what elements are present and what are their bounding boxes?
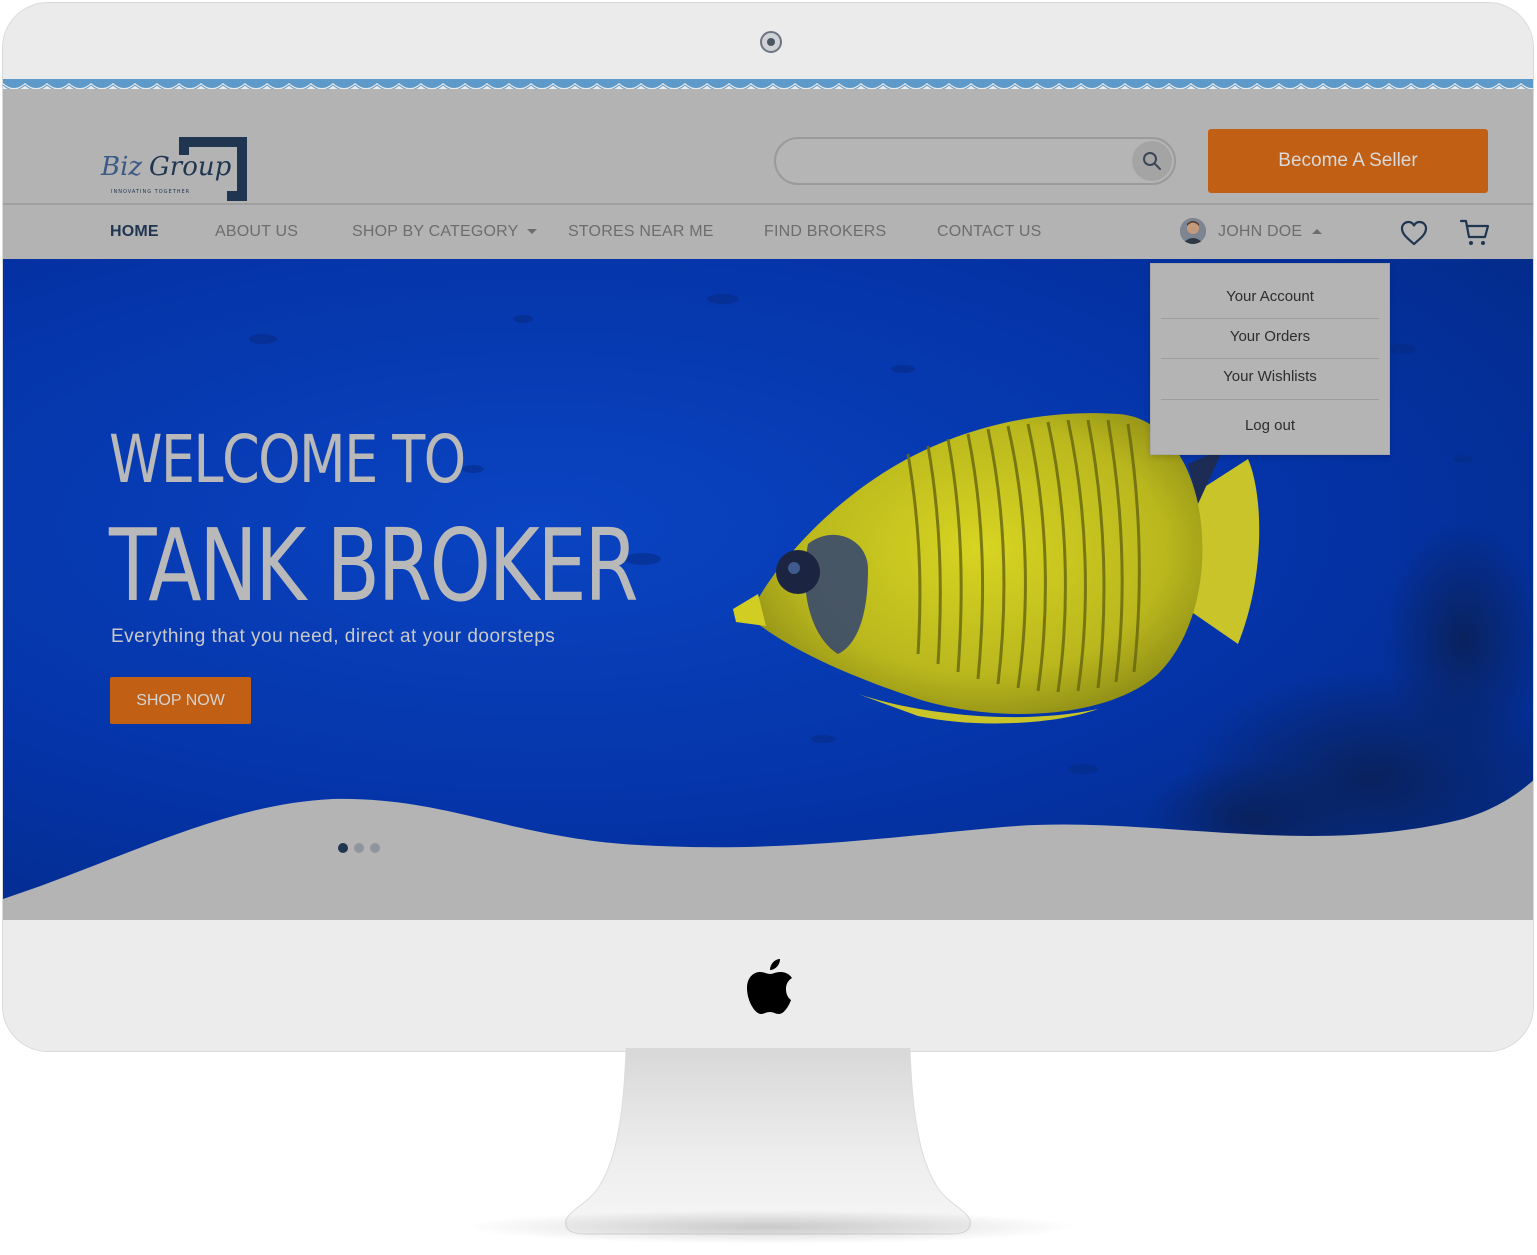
- chevron-down-icon: [526, 229, 537, 235]
- menu-item-your-wishlists[interactable]: Your Wishlists: [1161, 368, 1379, 385]
- nav-shop-by-category-label: SHOP BY CATEGORY: [352, 223, 519, 240]
- bizgroup-logo[interactable]: Biz Group INNOVATING TOGETHER: [97, 133, 257, 205]
- svg-text:Group: Group: [149, 152, 232, 182]
- screen: Biz Group INNOVATING TOGETHER Become A S…: [3, 79, 1533, 920]
- main-nav: HOME ABOUT US SHOP BY CATEGORY STORES NE…: [3, 205, 1533, 259]
- menu-item-your-account[interactable]: Your Account: [1161, 288, 1379, 305]
- search-input[interactable]: [790, 147, 1124, 177]
- search-icon: [1143, 152, 1161, 170]
- svg-text:INNOVATING TOGETHER: INNOVATING TOGETHER: [111, 189, 190, 195]
- become-seller-button[interactable]: Become A Seller: [1208, 129, 1488, 193]
- menu-item-your-orders[interactable]: Your Orders: [1161, 328, 1379, 345]
- apple-logo-icon: [747, 959, 792, 1014]
- hero-title-line1: WELCOME TO: [109, 421, 466, 498]
- user-dropdown-menu: Your Account Your Orders Your Wishlists …: [1150, 263, 1390, 455]
- hero-title-line2: TANK BROKER: [109, 507, 639, 624]
- nav-contact-us[interactable]: CONTACT US: [937, 205, 1042, 259]
- user-name: JOHN DOE: [1218, 223, 1303, 240]
- heart-icon[interactable]: [1399, 219, 1429, 247]
- svg-text:Biz: Biz: [100, 152, 142, 182]
- search-button[interactable]: [1132, 141, 1172, 181]
- chevron-up-icon: [1312, 229, 1323, 235]
- menu-divider: [1161, 318, 1379, 319]
- scalloped-border: [3, 79, 1533, 93]
- user-avatar-icon: [1180, 218, 1206, 244]
- search-box: [774, 137, 1176, 185]
- avatar[interactable]: [1180, 218, 1206, 244]
- shop-now-button[interactable]: SHOP NOW: [110, 677, 251, 724]
- carousel-dot-1[interactable]: [338, 843, 348, 853]
- site-header: Biz Group INNOVATING TOGETHER Become A S…: [3, 93, 1533, 205]
- nav-stores-near-me[interactable]: STORES NEAR ME: [568, 205, 714, 259]
- nav-shop-by-category[interactable]: SHOP BY CATEGORY: [352, 205, 537, 259]
- nav-about-us[interactable]: ABOUT US: [215, 205, 298, 259]
- cart-icon[interactable]: [1459, 218, 1491, 248]
- camera-icon: [760, 31, 782, 53]
- nav-home[interactable]: HOME: [110, 205, 159, 259]
- nav-find-brokers[interactable]: FIND BROKERS: [764, 205, 886, 259]
- imac-frame: Biz Group INNOVATING TOGETHER Become A S…: [2, 2, 1534, 1052]
- carousel-dot-2[interactable]: [354, 843, 364, 853]
- hero-subtitle: Everything that you need, direct at your…: [111, 626, 556, 647]
- menu-item-log-out[interactable]: Log out: [1161, 417, 1379, 434]
- menu-divider: [1161, 399, 1379, 400]
- carousel-dot-3[interactable]: [370, 843, 380, 853]
- stand-shadow: [460, 1210, 1080, 1244]
- menu-divider: [1161, 358, 1379, 359]
- user-menu-toggle[interactable]: JOHN DOE: [1218, 205, 1323, 259]
